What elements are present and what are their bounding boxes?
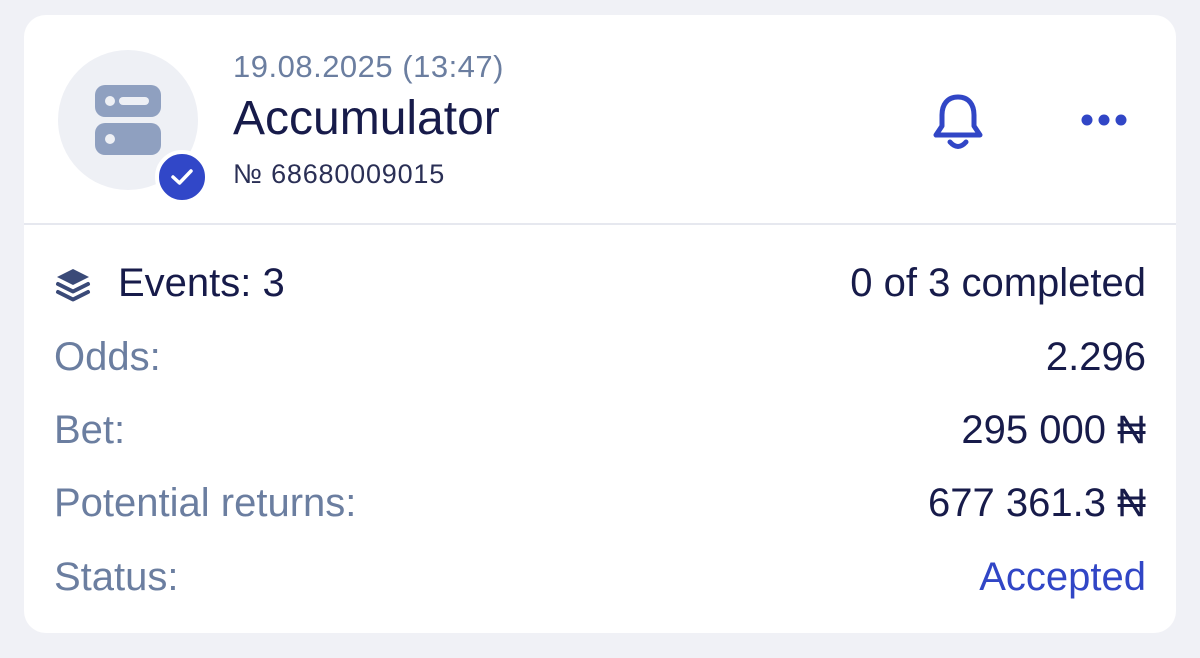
status-row: Status: Accepted	[54, 555, 1146, 605]
returns-row: Potential returns: 677 361.3 ₦	[54, 481, 1146, 531]
status-label: Status:	[54, 555, 179, 599]
events-row[interactable]: Events: 3 0 of 3 completed	[54, 261, 1146, 311]
more-options-button[interactable]	[1079, 108, 1129, 137]
more-dots-icon	[1081, 114, 1127, 126]
returns-label: Potential returns:	[54, 481, 357, 525]
bet-row: Bet: 295 000 ₦	[54, 408, 1146, 458]
ticket-number: № 68680009015	[233, 159, 446, 189]
bet-label: Bet:	[54, 408, 126, 452]
notification-button[interactable]	[929, 91, 987, 158]
bet-card[interactable]: 19.08.2025 (13:47) Accumulator № 6868000…	[24, 15, 1176, 633]
check-badge-icon	[155, 150, 209, 204]
odds-label: Odds:	[54, 335, 161, 379]
bet-value: 295 000 ₦	[961, 408, 1146, 452]
returns-value: 677 361.3 ₦	[928, 481, 1146, 525]
status-value: Accepted	[979, 555, 1146, 599]
bet-header: 19.08.2025 (13:47) Accumulator № 6868000…	[24, 15, 1176, 224]
divider	[24, 223, 1176, 225]
bet-type-title: Accumulator	[233, 92, 500, 145]
bell-icon	[933, 94, 983, 149]
events-progress: 0 of 3 completed	[850, 261, 1146, 305]
odds-value: 2.296	[1045, 335, 1146, 379]
odds-row: Odds: 2.296	[54, 335, 1146, 385]
bet-slip-icon	[95, 85, 161, 155]
bet-date: 19.08.2025 (13:47)	[233, 49, 504, 84]
events-label: Events: 3	[118, 261, 285, 305]
layers-icon	[56, 269, 90, 302]
